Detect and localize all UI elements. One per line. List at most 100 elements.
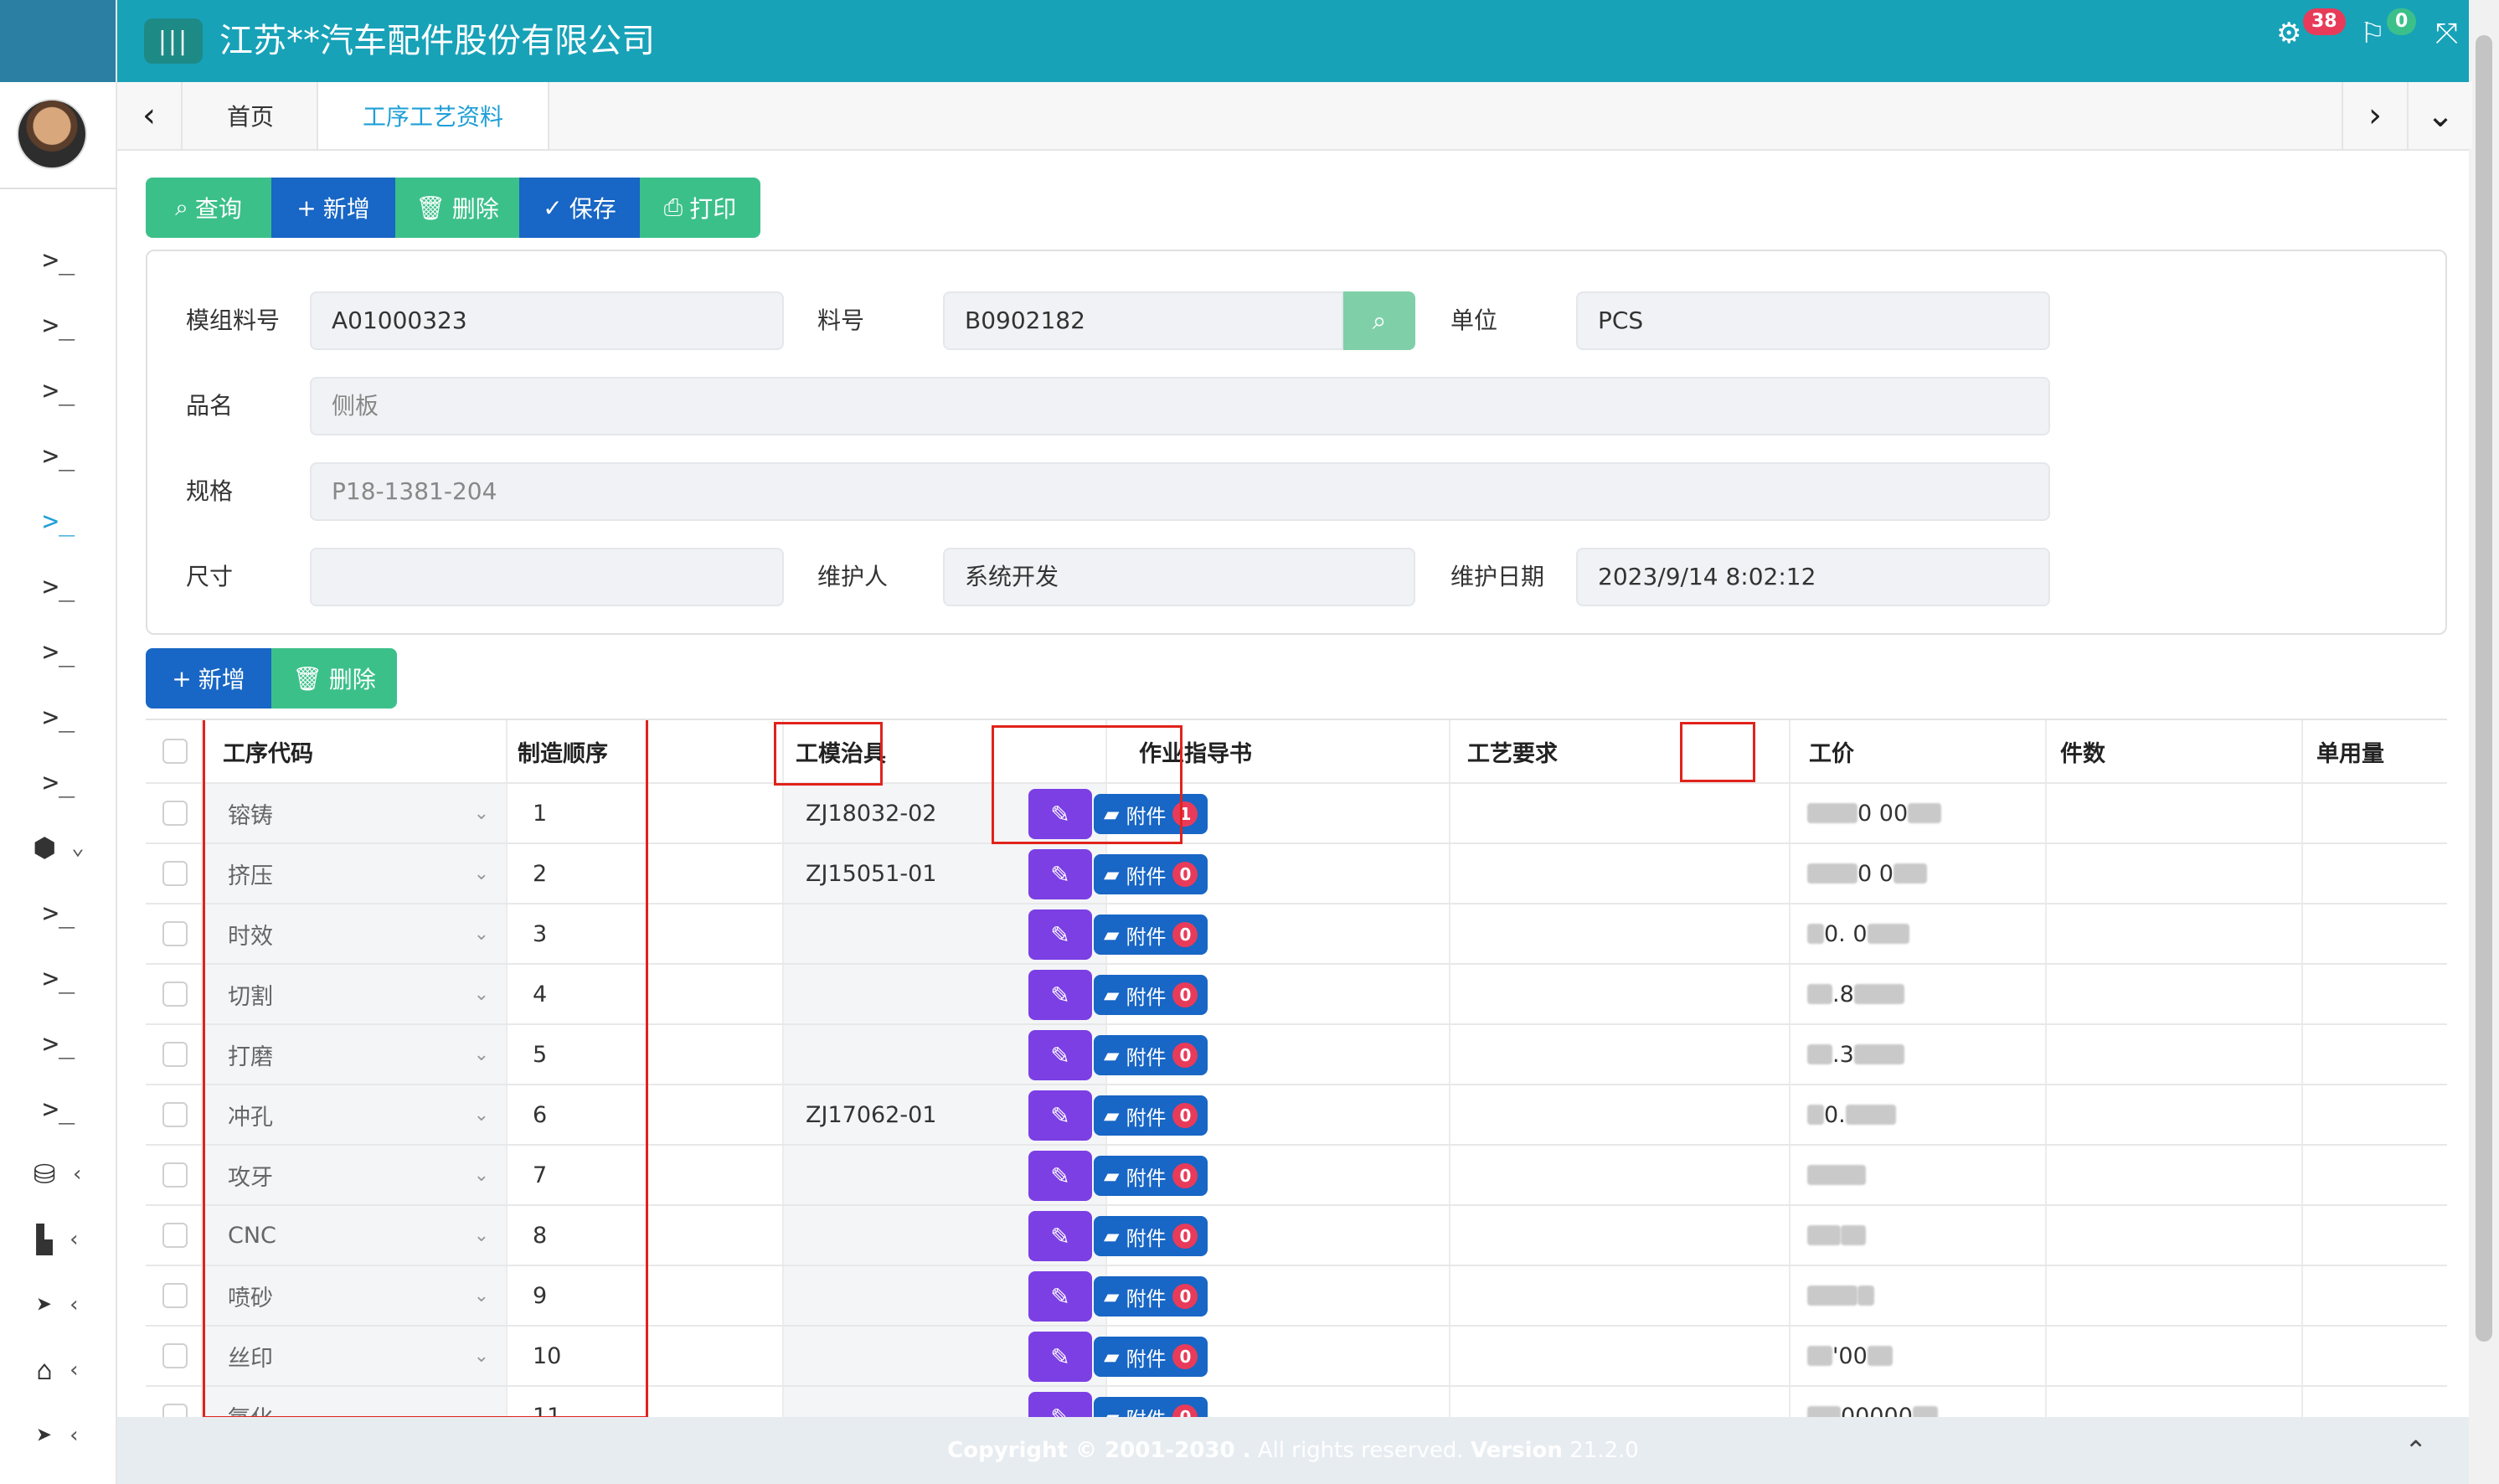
- tab-scroll-left-button[interactable]: ‹: [117, 82, 183, 149]
- row-checkbox[interactable]: [162, 1283, 188, 1308]
- tab-home[interactable]: 首页: [184, 82, 318, 149]
- edit-tooling-button[interactable]: ✎: [1028, 1332, 1092, 1382]
- tab-scroll-right-button[interactable]: ›: [2342, 82, 2407, 149]
- cogs-icon[interactable]: ⚙: [2276, 17, 2301, 50]
- row-checkbox[interactable]: [162, 1404, 188, 1417]
- menu-toggle-button[interactable]: |||: [144, 18, 203, 64]
- attachment-button[interactable]: ▰附件0: [1094, 975, 1208, 1015]
- scroll-top-button[interactable]: ⌃: [2404, 1435, 2427, 1466]
- edit-tooling-button[interactable]: ✎: [1028, 1211, 1092, 1261]
- price-cell[interactable]: 0. 0: [1791, 904, 2047, 963]
- terminal-icon[interactable]: >_: [0, 430, 117, 481]
- unit-usage-cell[interactable]: [2303, 1387, 2447, 1417]
- flag-icon[interactable]: ⚐: [2360, 17, 2385, 50]
- sidebar-group-cube[interactable]: ⬢ ⌄: [0, 822, 117, 873]
- unit-usage-cell[interactable]: [2303, 1266, 2447, 1325]
- price-cell[interactable]: [1791, 1206, 2047, 1265]
- spec-field[interactable]: P18-1381-204: [310, 462, 2050, 521]
- sidebar-group-warehouse[interactable]: ⌂ ‹: [0, 1345, 117, 1395]
- quantity-cell[interactable]: [2047, 1387, 2303, 1417]
- size-field[interactable]: [310, 548, 784, 606]
- expand-icon[interactable]: ⤧: [2435, 17, 2458, 50]
- edit-tooling-button[interactable]: ✎: [1028, 1392, 1092, 1417]
- requirement-cell[interactable]: [1450, 1387, 1791, 1417]
- price-cell[interactable]: .8: [1791, 965, 2047, 1023]
- quantity-cell[interactable]: [2047, 1266, 2303, 1325]
- quantity-cell[interactable]: [2047, 904, 2303, 963]
- unit-usage-cell[interactable]: [2303, 1206, 2447, 1265]
- attachment-button[interactable]: ▰附件0: [1094, 1276, 1208, 1317]
- query-button[interactable]: ⌕ 查询: [146, 178, 271, 238]
- unit-usage-cell[interactable]: [2303, 844, 2447, 903]
- quantity-cell[interactable]: [2047, 1206, 2303, 1265]
- quantity-cell[interactable]: [2047, 1146, 2303, 1204]
- terminal-icon[interactable]: >_: [0, 757, 117, 807]
- edit-tooling-button[interactable]: ✎: [1028, 1271, 1092, 1322]
- attachment-button[interactable]: ▰附件0: [1094, 1156, 1208, 1196]
- price-cell[interactable]: '00: [1791, 1327, 2047, 1385]
- terminal-icon[interactable]: >_: [0, 365, 117, 415]
- terminal-icon[interactable]: >_: [0, 953, 117, 1003]
- row-checkbox[interactable]: [162, 921, 188, 946]
- row-checkbox[interactable]: [162, 1102, 188, 1127]
- quantity-cell[interactable]: [2047, 1327, 2303, 1385]
- row-checkbox[interactable]: [162, 982, 188, 1007]
- requirement-cell[interactable]: [1450, 784, 1791, 842]
- select-all-checkbox[interactable]: [162, 739, 188, 764]
- edit-tooling-button[interactable]: ✎: [1028, 909, 1092, 960]
- requirement-cell[interactable]: [1450, 1327, 1791, 1385]
- price-cell[interactable]: 0.: [1791, 1085, 2047, 1144]
- price-cell[interactable]: [1791, 1266, 2047, 1325]
- requirement-cell[interactable]: [1450, 1025, 1791, 1084]
- quantity-cell[interactable]: [2047, 1085, 2303, 1144]
- attachment-button[interactable]: ▰附件0: [1094, 1035, 1208, 1075]
- scrollbar-thumb[interactable]: [2476, 35, 2492, 1342]
- column-header-quantity[interactable]: 件数: [2047, 720, 2303, 782]
- attachment-button[interactable]: ▰附件0: [1094, 1337, 1208, 1377]
- quantity-cell[interactable]: [2047, 965, 2303, 1023]
- tab-process-data[interactable]: 工序工艺资料: [318, 82, 549, 149]
- row-checkbox[interactable]: [162, 801, 188, 826]
- terminal-icon[interactable]: >_: [0, 300, 117, 350]
- part-search-button[interactable]: ⌕: [1343, 291, 1415, 350]
- column-header-price[interactable]: 工价: [1791, 720, 2047, 782]
- requirement-cell[interactable]: [1450, 844, 1791, 903]
- sidebar-group-send-2[interactable]: ➤ ‹: [0, 1410, 117, 1461]
- unit-field[interactable]: PCS: [1576, 291, 2050, 350]
- requirement-cell[interactable]: [1450, 1206, 1791, 1265]
- save-button[interactable]: ✓ 保存: [519, 178, 640, 238]
- row-checkbox[interactable]: [162, 1162, 188, 1188]
- row-checkbox[interactable]: [162, 1223, 188, 1248]
- terminal-icon[interactable]: >_: [0, 1084, 117, 1134]
- attachment-button[interactable]: ▰附件0: [1094, 915, 1208, 955]
- edit-tooling-button[interactable]: ✎: [1028, 849, 1092, 899]
- unit-usage-cell[interactable]: [2303, 1085, 2447, 1144]
- price-cell[interactable]: .3: [1791, 1025, 2047, 1084]
- requirement-cell[interactable]: [1450, 1266, 1791, 1325]
- requirement-cell[interactable]: [1450, 1146, 1791, 1204]
- avatar[interactable]: [17, 99, 87, 169]
- column-header-unit-usage[interactable]: 单用量: [2303, 720, 2447, 782]
- price-cell[interactable]: 00000: [1791, 1387, 2047, 1417]
- attachment-button[interactable]: ▰附件0: [1094, 1095, 1208, 1136]
- sidebar-group-factory[interactable]: ▙ ‹: [0, 1214, 117, 1265]
- terminal-icon[interactable]: >_: [0, 561, 117, 611]
- unit-usage-cell[interactable]: [2303, 965, 2447, 1023]
- module-no-field[interactable]: A01000323: [310, 291, 784, 350]
- edit-tooling-button[interactable]: ✎: [1028, 1090, 1092, 1141]
- price-cell[interactable]: [1791, 1146, 2047, 1204]
- row-checkbox[interactable]: [162, 1042, 188, 1067]
- row-checkbox[interactable]: [162, 1343, 188, 1368]
- edit-tooling-button[interactable]: ✎: [1028, 970, 1092, 1020]
- price-cell[interactable]: 0 0: [1791, 844, 2047, 903]
- row-checkbox[interactable]: [162, 861, 188, 886]
- print-button[interactable]: ⎙ 打印: [640, 178, 760, 238]
- part-no-field[interactable]: B0902182: [943, 291, 1343, 350]
- attachment-button[interactable]: ▰附件0: [1094, 854, 1208, 894]
- detail-add-button[interactable]: + 新增: [146, 648, 271, 709]
- terminal-icon[interactable]: >_: [0, 1018, 117, 1069]
- maintain-date-field[interactable]: 2023/9/14 8:02:12: [1576, 548, 2050, 606]
- name-field[interactable]: 侧板: [310, 377, 2050, 435]
- unit-usage-cell[interactable]: [2303, 1025, 2447, 1084]
- requirement-cell[interactable]: [1450, 904, 1791, 963]
